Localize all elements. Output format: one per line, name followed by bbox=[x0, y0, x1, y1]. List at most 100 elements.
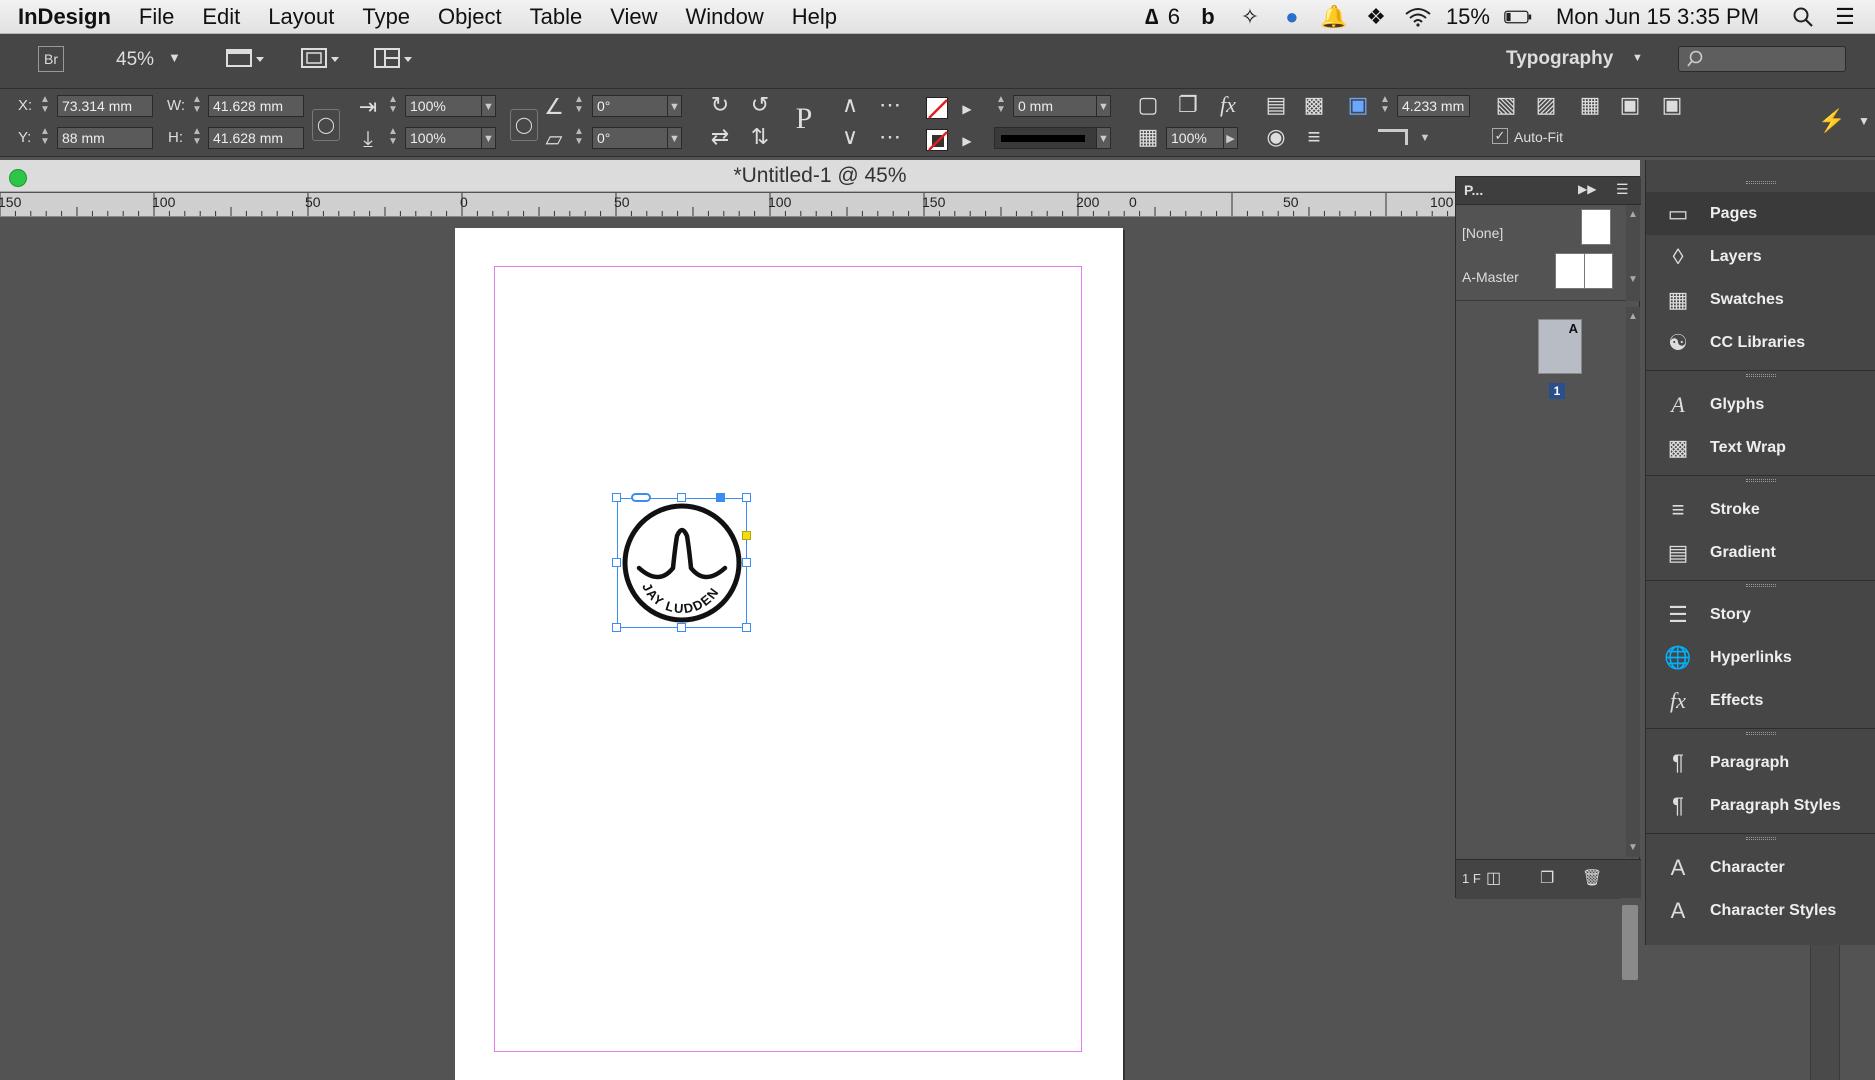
h-stepper[interactable]: ▲ ▼ bbox=[190, 127, 204, 149]
scale-x-field[interactable]: 100% bbox=[405, 95, 482, 117]
dock-story[interactable]: ☰ Story bbox=[1646, 593, 1875, 636]
scale-x-stepper[interactable]: ▲ ▼ bbox=[386, 95, 400, 117]
scale-y-dropdown[interactable]: ▼ bbox=[482, 127, 496, 149]
handle-top-mid[interactable] bbox=[677, 493, 686, 502]
selection-frame[interactable] bbox=[617, 498, 747, 628]
y-field[interactable]: 88 mm bbox=[57, 127, 153, 149]
pages-panel-tab[interactable]: P... bbox=[1464, 182, 1483, 198]
dock-group-grip[interactable] bbox=[1646, 833, 1875, 843]
autofit-checkbox[interactable]: ✓ bbox=[1492, 128, 1508, 144]
h-field[interactable]: 41.628 mm bbox=[208, 127, 304, 149]
live-corners-handle[interactable] bbox=[742, 531, 751, 540]
pages-panel-header[interactable]: P... ▶▶ ☰ bbox=[1456, 177, 1641, 205]
dock-glyphs[interactable]: A Glyphs bbox=[1646, 383, 1875, 426]
help-search-input[interactable] bbox=[1678, 46, 1846, 72]
stroke-dropdown-arrow-icon[interactable]: ▶ bbox=[953, 129, 981, 153]
none-master-thumbnail[interactable] bbox=[1581, 209, 1611, 245]
window-zoom-button[interactable] bbox=[9, 169, 27, 187]
dock-layers[interactable]: ◊ Layers bbox=[1646, 235, 1875, 278]
notification-bell-icon[interactable]: 🔔 bbox=[1320, 4, 1348, 30]
zoom-dropdown-chevron-icon[interactable]: ▼ bbox=[168, 50, 181, 65]
shear-stepper[interactable]: ▲ ▼ bbox=[572, 127, 586, 149]
opacity-dropdown-arrow-icon[interactable]: ▶ bbox=[1224, 127, 1238, 149]
handle-content-grabber[interactable] bbox=[716, 493, 725, 502]
handle-mid-right[interactable] bbox=[742, 558, 751, 567]
constrain-scale-link-icon[interactable]: ◯ bbox=[510, 109, 538, 141]
menu-window[interactable]: Window bbox=[672, 4, 778, 30]
corner-shape-line[interactable] bbox=[1378, 129, 1408, 145]
handle-mid-left[interactable] bbox=[612, 558, 621, 567]
document-scroll-thumb[interactable] bbox=[1622, 905, 1638, 980]
control-panel-menu-icon[interactable]: ▼ bbox=[1856, 109, 1872, 133]
dock-cc-libraries[interactable]: ☯ CC Libraries bbox=[1646, 321, 1875, 364]
menu-type[interactable]: Type bbox=[348, 4, 424, 30]
arrange-documents-icon[interactable] bbox=[373, 44, 413, 77]
dock-group-grip[interactable] bbox=[1646, 178, 1875, 188]
rotate-stepper[interactable]: ▲ ▼ bbox=[572, 95, 586, 117]
pages-scroll-up-arrow-icon[interactable]: ▲ bbox=[1626, 311, 1640, 322]
panel-collapse-icon[interactable]: ▶▶ bbox=[1578, 182, 1596, 196]
dock-text-wrap[interactable]: ▩ Text Wrap bbox=[1646, 426, 1875, 469]
fit-frame-icon[interactable]: ▣ bbox=[1344, 93, 1372, 117]
screen-mode-icon[interactable] bbox=[300, 44, 340, 77]
dropbox-icon[interactable]: ❖ bbox=[1362, 4, 1390, 30]
fit-offset-field[interactable]: 4.233 mm bbox=[1397, 95, 1470, 117]
stroke-none-swatch-icon[interactable] bbox=[926, 129, 948, 151]
notification-center-icon[interactable]: ☰ bbox=[1831, 4, 1859, 30]
document-title-bar[interactable]: *Untitled-1 @ 45% bbox=[0, 160, 1640, 192]
bold-b-icon[interactable]: b bbox=[1194, 4, 1222, 30]
link-badge-icon[interactable] bbox=[631, 493, 651, 502]
select-content-icon[interactable]: ∨ bbox=[836, 125, 864, 149]
a-master-thumbnail[interactable] bbox=[1555, 253, 1613, 289]
rotate-field[interactable]: 0° bbox=[592, 95, 668, 117]
dock-stroke[interactable]: ≡ Stroke bbox=[1646, 488, 1875, 531]
workspace-chevron-icon[interactable]: ▼ bbox=[1632, 52, 1643, 64]
y-stepper[interactable]: ▲ ▼ bbox=[38, 127, 52, 149]
center-content-icon[interactable]: ▣ bbox=[1658, 93, 1686, 117]
select-previous-icon[interactable]: ⋯ bbox=[876, 93, 904, 117]
pinwheel-icon[interactable]: ✧ bbox=[1236, 4, 1264, 30]
wifi-icon[interactable] bbox=[1404, 4, 1432, 30]
fit-offset-stepper[interactable]: ▲ ▼ bbox=[1378, 95, 1392, 117]
corner-shape-dropdown[interactable]: ▼ bbox=[1418, 127, 1432, 149]
opacity-field[interactable]: 100% bbox=[1166, 127, 1224, 149]
stroke-weight-field[interactable]: 0 mm bbox=[1013, 95, 1097, 117]
dock-gradient[interactable]: ▤ Gradient bbox=[1646, 531, 1875, 574]
none-master-label[interactable]: [None] bbox=[1462, 225, 1503, 241]
panel-menu-icon[interactable]: ☰ bbox=[1616, 181, 1629, 198]
fill-dropdown-arrow-icon[interactable]: ▶ bbox=[953, 97, 981, 121]
fill-frame-proportionally-icon[interactable]: ▦ bbox=[1576, 93, 1604, 117]
page-1-thumbnail[interactable]: A bbox=[1538, 319, 1582, 374]
fx-effects-icon[interactable]: fx bbox=[1214, 93, 1242, 117]
dock-pages[interactable]: ▭ Pages bbox=[1646, 192, 1875, 235]
dock-group-grip[interactable] bbox=[1646, 475, 1875, 485]
new-page-icon[interactable]: ❐ bbox=[1540, 868, 1554, 888]
scroll-down-arrow-icon[interactable]: ▼ bbox=[1626, 274, 1640, 285]
dock-paragraph-styles[interactable]: ¶ Paragraph Styles bbox=[1646, 784, 1875, 827]
text-wrap-jump-icon[interactable]: ≡ bbox=[1300, 125, 1328, 149]
x-stepper[interactable]: ▲ ▼ bbox=[38, 95, 52, 117]
handle-bottom-right[interactable] bbox=[742, 623, 751, 632]
handle-top-right[interactable] bbox=[742, 493, 751, 502]
text-wrap-bbox-icon[interactable]: ▩ bbox=[1300, 93, 1328, 117]
scroll-up-arrow-icon[interactable]: ▲ bbox=[1626, 209, 1640, 220]
x-field[interactable]: 73.314 mm bbox=[57, 95, 153, 117]
workspace-switcher[interactable]: Typography bbox=[1506, 48, 1613, 70]
view-options-icon[interactable] bbox=[225, 44, 265, 77]
handle-bottom-left[interactable] bbox=[612, 623, 621, 632]
stroke-type-line[interactable] bbox=[994, 127, 1097, 149]
pages-scrollbar[interactable]: ▲ ▼ bbox=[1626, 307, 1640, 857]
dock-character[interactable]: A Character bbox=[1646, 846, 1875, 889]
scale-y-field[interactable]: 100% bbox=[405, 127, 482, 149]
fit-content-to-frame-icon[interactable]: ▧ bbox=[1492, 93, 1520, 117]
w-field[interactable]: 41.628 mm bbox=[208, 95, 304, 117]
bridge-button[interactable]: Br bbox=[38, 46, 64, 72]
dock-group-grip[interactable] bbox=[1646, 580, 1875, 590]
menu-object[interactable]: Object bbox=[424, 4, 516, 30]
a-master-label[interactable]: A-Master bbox=[1462, 269, 1519, 285]
dock-group-grip[interactable] bbox=[1646, 728, 1875, 738]
text-wrap-none-icon[interactable]: ▤ bbox=[1262, 93, 1290, 117]
delete-page-trash-icon[interactable]: 🗑 bbox=[1582, 868, 1602, 888]
handle-top-left[interactable] bbox=[612, 493, 621, 502]
cloud-sync-icon[interactable]: ● bbox=[1278, 4, 1306, 30]
